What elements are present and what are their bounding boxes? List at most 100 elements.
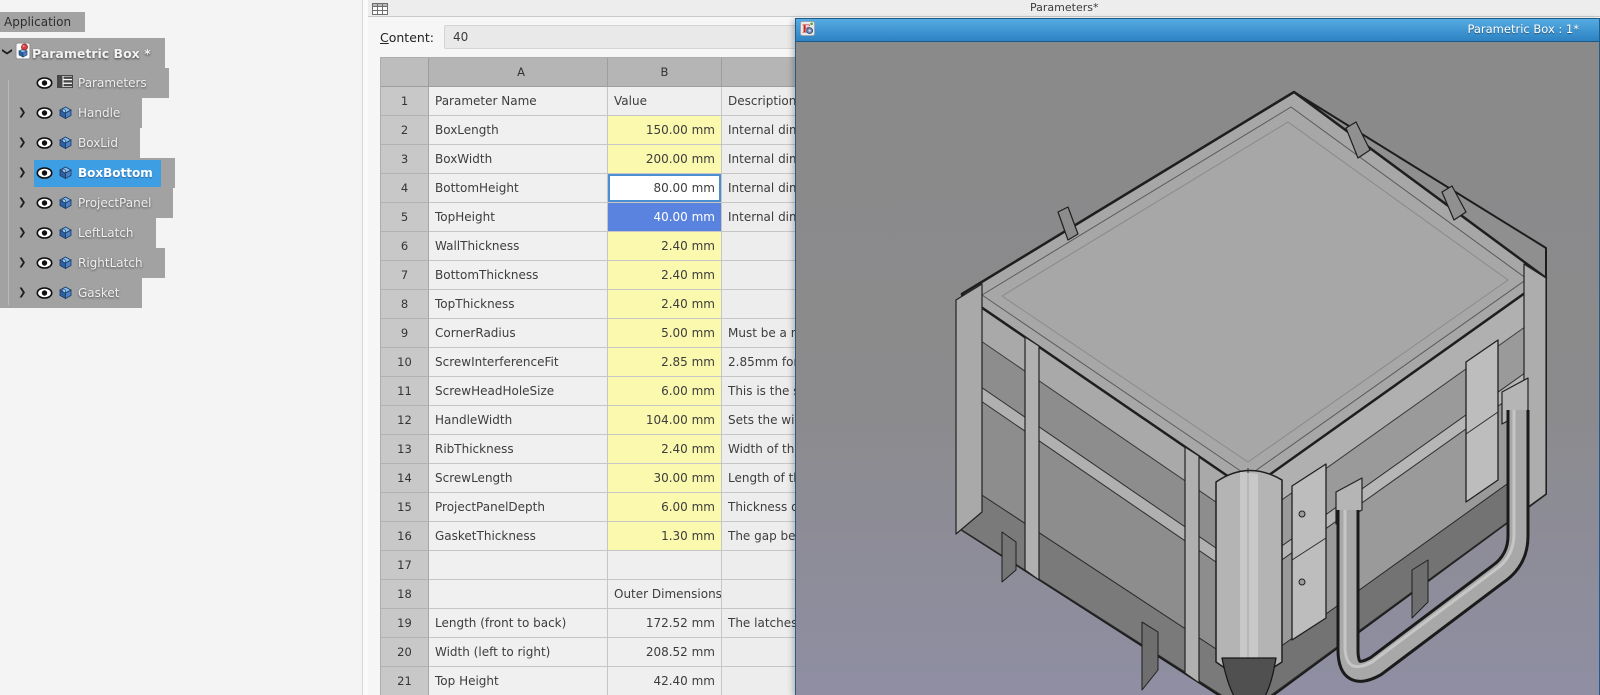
cell-B6[interactable]: 2.40 mm [608,232,722,261]
row-header-13[interactable]: 13 [381,435,429,464]
row-header-10[interactable]: 10 [381,348,429,377]
cell-A20[interactable]: Width (left to right) [429,638,608,667]
cell-A15[interactable]: ProjectPanelDepth [429,493,608,522]
part-body-icon [57,163,74,184]
cell-A13[interactable]: RibThickness [429,435,608,464]
row-header-11[interactable]: 11 [381,377,429,406]
cell-A5[interactable]: TopHeight [429,203,608,232]
tree-item-content[interactable]: Parameters [34,71,155,96]
cell-B19[interactable]: 172.52 mm [608,609,722,638]
row-header-4[interactable]: 4 [381,174,429,203]
cell-A8[interactable]: TopThickness [429,290,608,319]
expand-arrow-icon[interactable]: ❯ [18,137,34,148]
cell-A7[interactable]: BottomThickness [429,261,608,290]
row-header-21[interactable]: 21 [381,667,429,695]
cell-A17[interactable] [429,551,608,580]
tree-item-content[interactable]: Gasket [34,280,128,307]
cell-B3[interactable]: 200.00 mm [608,145,722,174]
column-header-B[interactable]: B [608,58,722,87]
cell-B20[interactable]: 208.52 mm [608,638,722,667]
cell-B5[interactable]: 40.00 mm [608,203,722,232]
cell-A10[interactable]: ScrewInterferenceFit [429,348,608,377]
row-header-14[interactable]: 14 [381,464,429,493]
row-header-20[interactable]: 20 [381,638,429,667]
cell-A18[interactable] [429,580,608,609]
tree-item-handle[interactable]: ❯Handle [0,98,142,128]
row-header-8[interactable]: 8 [381,290,429,319]
row-header-7[interactable]: 7 [381,261,429,290]
cell-B18[interactable]: Outer Dimensions [608,580,722,609]
cell-B10[interactable]: 2.85 mm [608,348,722,377]
tree-item-content[interactable]: ProjectPanel [34,190,159,217]
tree-item-content[interactable]: Handle [34,100,128,127]
row-header-1[interactable]: 1 [381,87,429,116]
cell-B8[interactable]: 2.40 mm [608,290,722,319]
row-header-3[interactable]: 3 [381,145,429,174]
cell-A2[interactable]: BoxLength [429,116,608,145]
cell-A4[interactable]: BottomHeight [429,174,608,203]
row-header-2[interactable]: 2 [381,116,429,145]
tree-item-parameters[interactable]: Parameters [0,68,169,98]
cell-B21[interactable]: 42.40 mm [608,667,722,695]
cell-A14[interactable]: ScrewLength [429,464,608,493]
row-header-12[interactable]: 12 [381,406,429,435]
3d-view-titlebar[interactable]: F Parametric Box : 1* [796,19,1599,42]
freecad-document-icon [14,42,32,64]
row-header-17[interactable]: 17 [381,551,429,580]
row-header-18[interactable]: 18 [381,580,429,609]
cell-A9[interactable]: CornerRadius [429,319,608,348]
cell-A21[interactable]: Top Height [429,667,608,695]
cell-B7[interactable]: 2.40 mm [608,261,722,290]
expand-arrow-icon[interactable]: ❯ [18,167,34,178]
row-header-19[interactable]: 19 [381,609,429,638]
row-header-16[interactable]: 16 [381,522,429,551]
column-header-A[interactable]: A [429,58,608,87]
expand-arrow-icon[interactable]: ❯ [18,197,34,208]
tree-item-boxbottom[interactable]: ❯BoxBottom [0,158,175,188]
tree-item-content[interactable]: BoxBottom [34,160,161,187]
expand-arrow-icon[interactable]: ❯ [2,47,13,61]
expand-arrow-icon[interactable]: ❯ [18,227,34,238]
cell-B14[interactable]: 30.00 mm [608,464,722,493]
tree-item-gasket[interactable]: ❯Gasket [0,278,142,308]
tree-item-content[interactable]: LeftLatch [34,220,142,247]
tree-item-document-root[interactable]: ❯ Parametric Box * [0,38,165,68]
part-body-icon [57,103,74,124]
row-header-15[interactable]: 15 [381,493,429,522]
cell-A12[interactable]: HandleWidth [429,406,608,435]
tab-title[interactable]: Parameters* [1030,0,1098,16]
expand-arrow-icon[interactable]: ❯ [18,107,34,118]
row-header-6[interactable]: 6 [381,232,429,261]
row-header-5[interactable]: 5 [381,203,429,232]
cell-A19[interactable]: Length (front to back) [429,609,608,638]
tab-bar[interactable]: Parameters* [368,0,1600,17]
3d-viewport[interactable] [796,42,1599,695]
cell-A16[interactable]: GasketThickness [429,522,608,551]
cell-A6[interactable]: WallThickness [429,232,608,261]
row-header-9[interactable]: 9 [381,319,429,348]
tree-item-rightlatch[interactable]: ❯RightLatch [0,248,165,278]
cell-B1[interactable]: Value [608,87,722,116]
tree-item-projectpanel[interactable]: ❯ProjectPanel [0,188,173,218]
tree-item-content[interactable]: RightLatch [34,250,151,277]
3d-view-window[interactable]: F Parametric Box : 1* [795,18,1600,695]
cell-B4[interactable]: 80.00 mm [608,174,722,203]
cell-A3[interactable]: BoxWidth [429,145,608,174]
cell-B16[interactable]: 1.30 mm [608,522,722,551]
cell-B12[interactable]: 104.00 mm [608,406,722,435]
expand-arrow-icon[interactable]: ❯ [18,257,34,268]
tree-item-leftlatch[interactable]: ❯LeftLatch [0,218,156,248]
grid-corner[interactable] [381,58,429,87]
cell-B11[interactable]: 6.00 mm [608,377,722,406]
cell-A1[interactable]: Parameter Name [429,87,608,116]
freecad-window: Application ❯ Parametric Box * Parameter… [0,0,1600,695]
cell-B9[interactable]: 5.00 mm [608,319,722,348]
cell-A11[interactable]: ScrewHeadHoleSize [429,377,608,406]
cell-B13[interactable]: 2.40 mm [608,435,722,464]
expand-arrow-icon[interactable]: ❯ [18,287,34,298]
tree-item-content[interactable]: BoxLid [34,130,126,157]
tree-item-boxlid[interactable]: ❯BoxLid [0,128,140,158]
cell-B17[interactable] [608,551,722,580]
cell-B2[interactable]: 150.00 mm [608,116,722,145]
cell-B15[interactable]: 6.00 mm [608,493,722,522]
